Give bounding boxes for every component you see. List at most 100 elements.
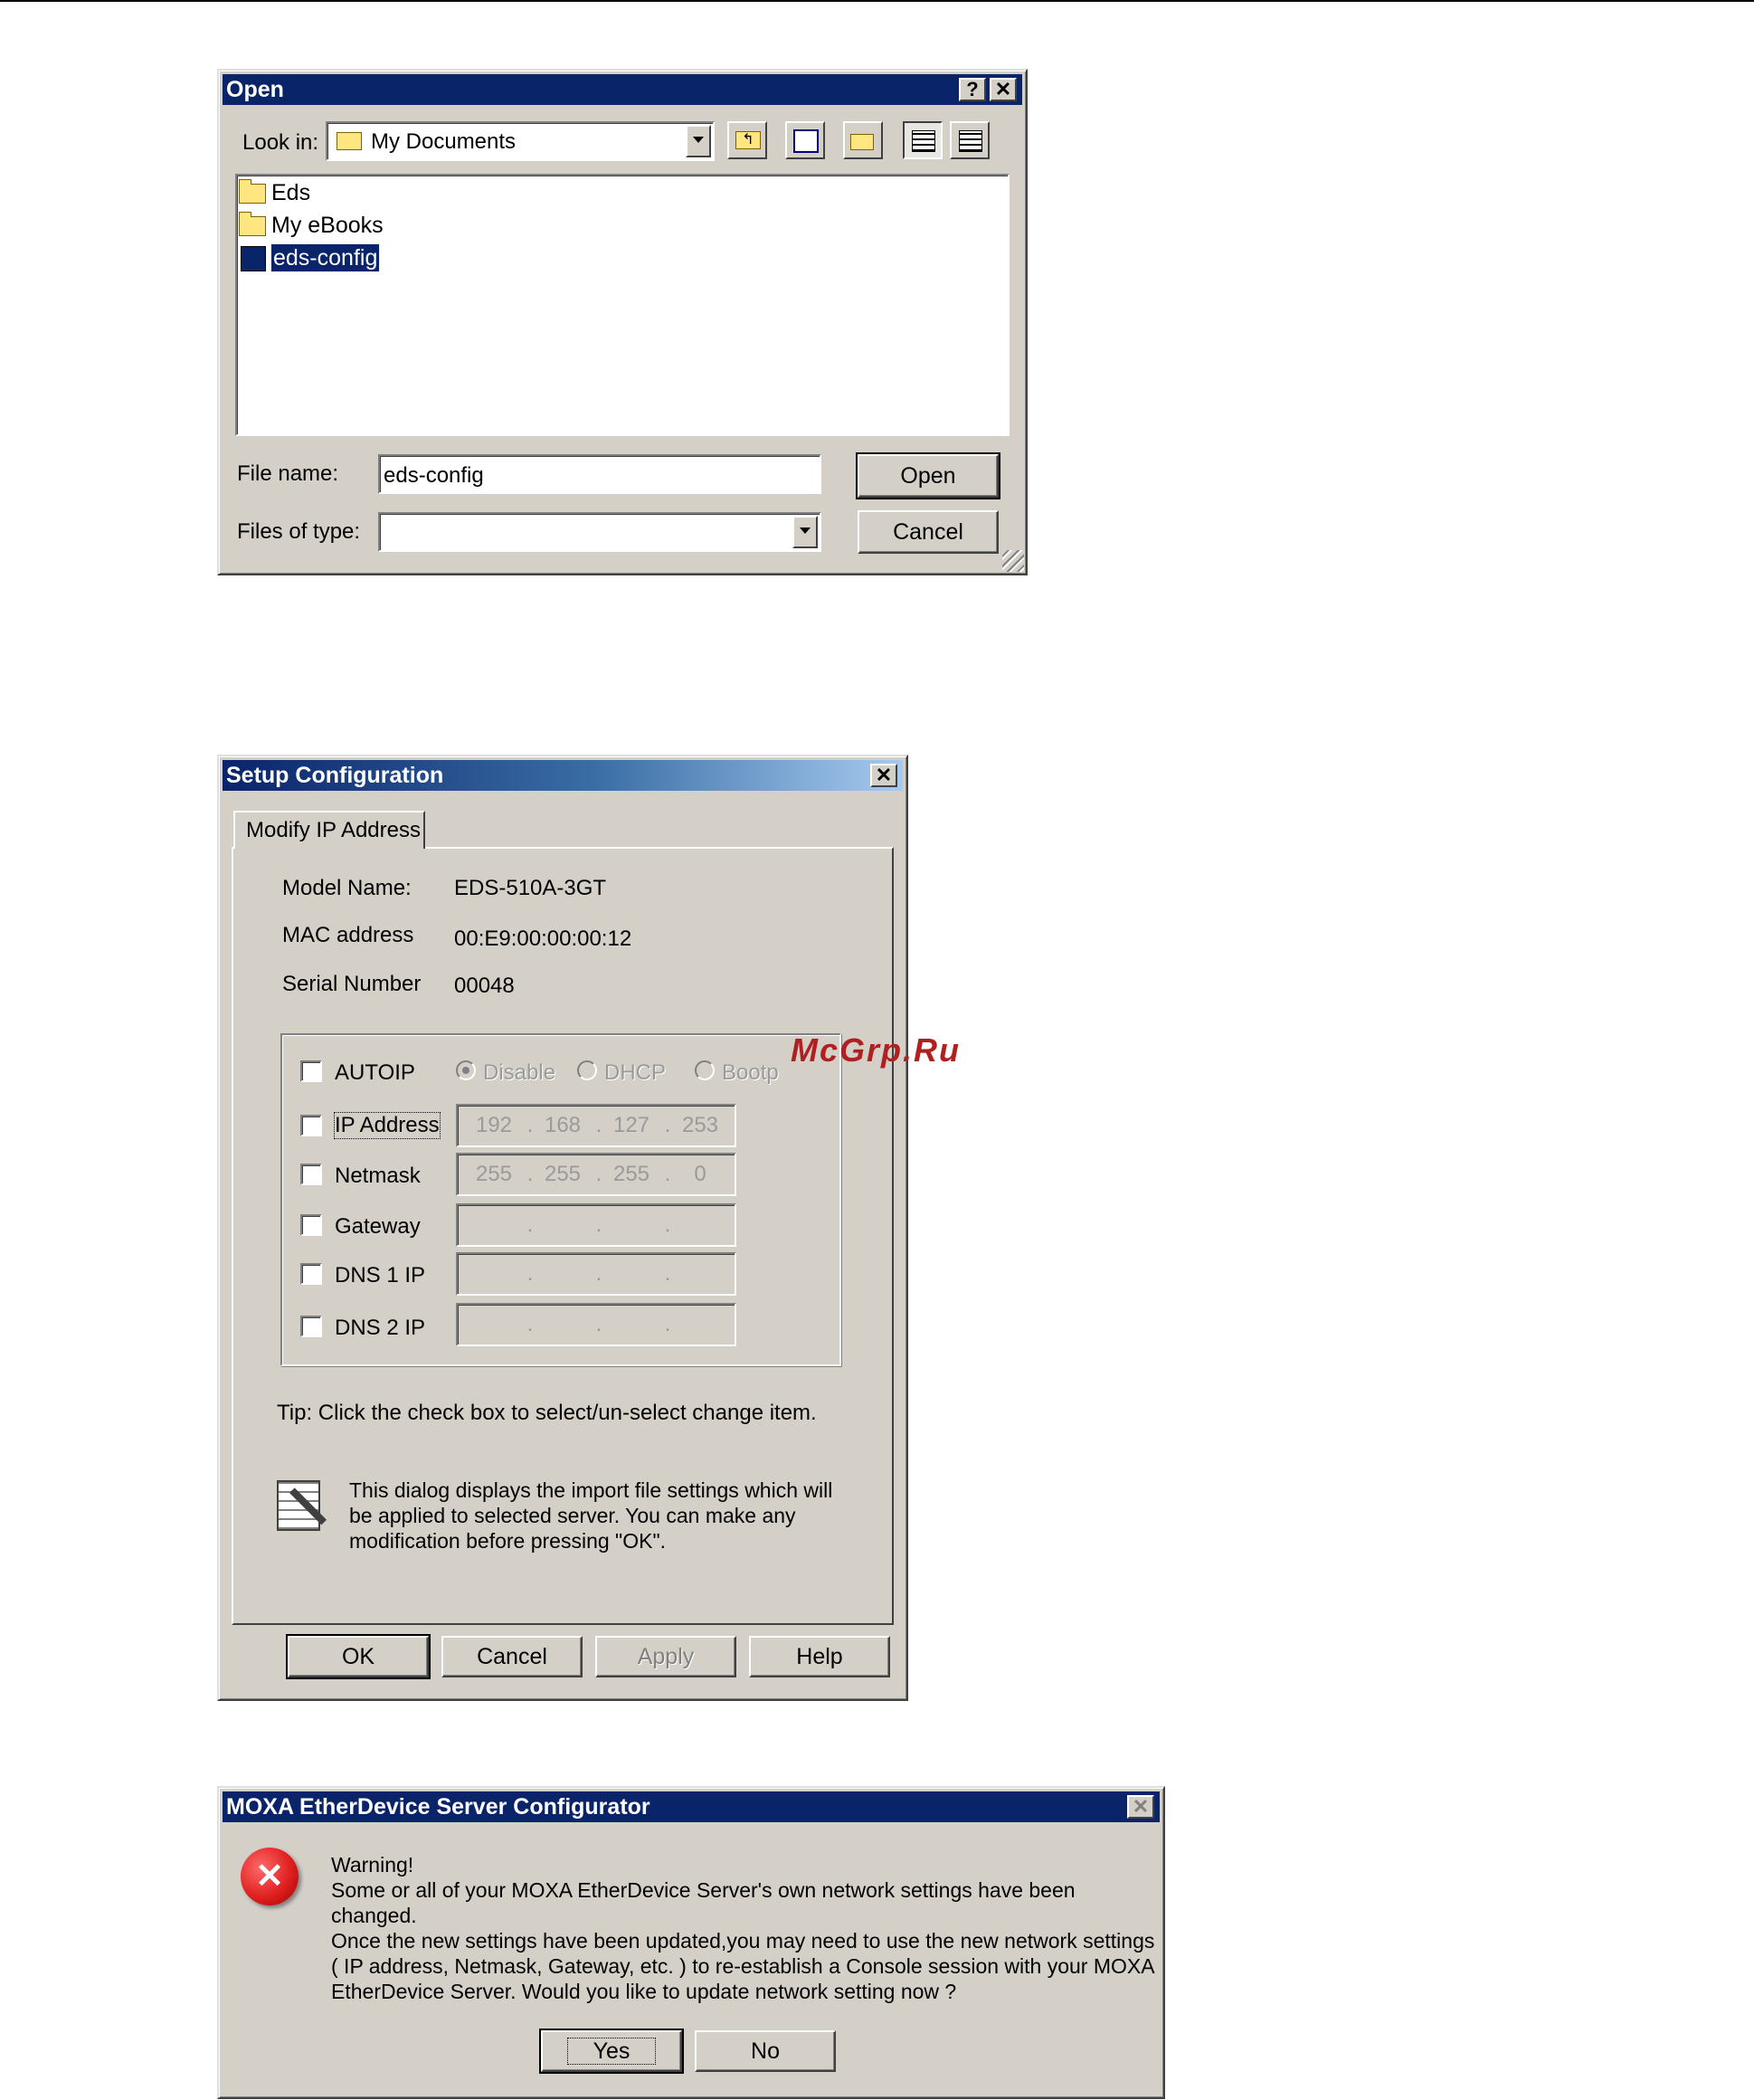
octet: 0 — [694, 1162, 706, 1186]
dhcp-radio[interactable] — [577, 1060, 597, 1080]
up-folder-icon: ↰ — [735, 131, 761, 149]
setup-dialog-titlebar: Setup Configuration ✕ — [223, 760, 903, 791]
octet-dot: . — [526, 1212, 534, 1237]
octet-dot: . — [664, 1312, 671, 1336]
bootp-radio[interactable] — [695, 1060, 715, 1080]
file-icon — [241, 246, 266, 271]
octet: 255 — [612, 1162, 650, 1186]
folder-open-icon — [337, 132, 362, 150]
dns1-label: DNS 1 IP — [335, 1263, 426, 1288]
resize-grip-icon[interactable] — [1002, 550, 1024, 572]
list-view-button[interactable] — [903, 121, 943, 159]
list-view-icon — [912, 130, 935, 152]
octet: 253 — [681, 1113, 719, 1137]
gateway-checkbox[interactable] — [300, 1214, 322, 1236]
look-in-dropdown[interactable]: My Documents — [326, 121, 715, 161]
configuration-tool-icon — [277, 1480, 333, 1538]
dns2-checkbox[interactable] — [300, 1316, 322, 1337]
no-button[interactable]: No — [695, 2030, 836, 2072]
tip-text: Tip: Click the check box to select/un-se… — [277, 1401, 817, 1425]
dns1-checkbox[interactable] — [300, 1263, 322, 1285]
desktop-button[interactable] — [785, 121, 825, 159]
octet-dot: . — [595, 1261, 602, 1286]
message-line-5: ( IP address, Netmask, Gateway, etc. ) t… — [331, 1954, 1155, 1978]
octet: 192 — [475, 1113, 513, 1137]
setup-dialog: Setup Configuration ✕ Modify IP Address … — [217, 755, 908, 1701]
octet: 255 — [475, 1162, 513, 1186]
file-name: Eds — [271, 180, 311, 205]
open-dialog-titlebar: Open ? ✕ — [223, 74, 1022, 105]
mac-address-label: MAC address — [282, 923, 414, 947]
chevron-down-icon[interactable] — [686, 125, 711, 157]
dns2-field[interactable]: . . . — [456, 1303, 736, 1346]
files-of-type-dropdown[interactable] — [378, 512, 821, 552]
octet: 255 — [544, 1162, 582, 1186]
autoip-checkbox[interactable] — [300, 1060, 322, 1082]
octet-dot: . — [526, 1261, 534, 1286]
message-line-2: Some or all of your MOXA EtherDevice Ser… — [331, 1878, 1076, 1902]
info-line-3: modification before pressing "OK". — [349, 1529, 666, 1553]
message-line-4: Once the new settings have been updated,… — [331, 1929, 1155, 1953]
files-of-type-label: Files of type: — [237, 519, 361, 544]
disable-label: Disable — [483, 1060, 556, 1085]
netmask-checkbox[interactable] — [300, 1164, 322, 1185]
file-name-value: eds-config — [384, 463, 484, 488]
moxa-dialog: MOXA EtherDevice Server Configurator ✕ ✕… — [217, 1786, 1165, 2099]
ok-button[interactable]: OK — [286, 1634, 431, 1679]
look-in-label: Look in: — [242, 130, 319, 155]
help-button[interactable]: Help — [749, 1636, 890, 1677]
file-name: eds-config — [270, 243, 381, 272]
netmask-field[interactable]: 255. 255. 255. 0 — [456, 1153, 736, 1196]
cancel-button[interactable]: Cancel — [441, 1636, 583, 1677]
new-folder-icon — [850, 134, 874, 150]
details-view-icon — [959, 130, 982, 152]
ip-address-checkbox[interactable] — [300, 1115, 322, 1136]
watermark: McGrp.Ru — [791, 1031, 962, 1069]
gateway-field[interactable]: . . . — [456, 1203, 736, 1247]
folder-icon — [239, 179, 266, 204]
dns1-field[interactable]: . . . — [456, 1252, 736, 1296]
open-dialog: Open ? ✕ Look in: My Documents ↰ Eds My … — [217, 69, 1028, 575]
setup-dialog-title: Setup Configuration — [226, 763, 444, 788]
model-name-label: Model Name: — [282, 876, 412, 900]
yes-button[interactable]: Yes — [539, 2029, 684, 2074]
apply-button[interactable]: Apply — [595, 1636, 736, 1677]
ip-address-field[interactable]: 192. 168. 127. 253 — [456, 1104, 736, 1147]
moxa-dialog-title: MOXA EtherDevice Server Configurator — [226, 1794, 650, 1820]
close-button[interactable]: ✕ — [990, 78, 1017, 101]
file-name-label: File name: — [237, 461, 339, 486]
gateway-label: Gateway — [335, 1214, 421, 1239]
serial-number-label: Serial Number — [282, 972, 422, 996]
up-folder-button[interactable]: ↰ — [727, 121, 767, 159]
close-button[interactable]: ✕ — [870, 764, 897, 787]
message-line-6: EtherDevice Server. Would you like to up… — [331, 1980, 957, 2003]
netmask-label: Netmask — [335, 1164, 421, 1188]
new-folder-button[interactable] — [843, 121, 883, 159]
message-line-3: changed. — [331, 1904, 417, 1927]
folder-icon — [239, 212, 266, 236]
open-button[interactable]: Open — [856, 452, 1000, 499]
octet-dot: . — [526, 1312, 534, 1336]
file-list[interactable]: Eds My eBooks eds-config — [235, 174, 1010, 436]
help-button[interactable]: ? — [959, 78, 986, 101]
desktop-icon — [793, 129, 819, 153]
details-view-button[interactable] — [950, 121, 990, 159]
look-in-value: My Documents — [371, 129, 517, 154]
file-name-input[interactable]: eds-config — [378, 454, 821, 494]
info-line-2: be applied to selected server. You can m… — [349, 1504, 796, 1527]
close-button[interactable]: ✕ — [1127, 1795, 1154, 1819]
mac-address-value: 00:E9:00:00:00:12 — [454, 926, 632, 951]
autoip-label: AUTOIP — [335, 1060, 415, 1085]
cancel-button[interactable]: Cancel — [858, 510, 999, 554]
disable-radio[interactable] — [456, 1060, 476, 1080]
info-line-1: This dialog displays the import file set… — [349, 1478, 833, 1502]
octet-dot: . — [664, 1212, 671, 1237]
tab-modify-ip[interactable]: Modify IP Address — [233, 811, 425, 849]
chevron-down-icon[interactable] — [792, 516, 818, 548]
bootp-label: Bootp — [722, 1060, 779, 1085]
octet-dot: . — [664, 1261, 671, 1286]
ip-address-label: IP Address — [334, 1112, 441, 1139]
octet-dot: . — [595, 1312, 602, 1336]
octet: 127 — [612, 1113, 650, 1137]
open-dialog-title: Open — [226, 77, 284, 102]
